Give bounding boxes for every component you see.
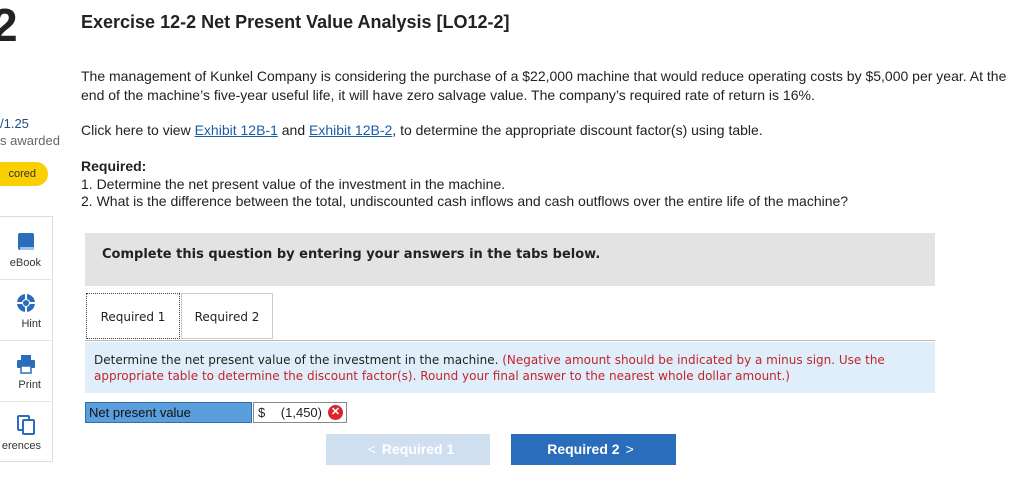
tab-required-1[interactable]: Required 1 — [86, 293, 180, 339]
printer-icon — [17, 355, 35, 374]
prev-button-label: Required 1 — [381, 441, 455, 457]
tabs-banner: Complete this question by entering your … — [85, 233, 935, 286]
question-number: 2 — [0, 0, 18, 51]
instruction-box: Determine the net present value of the i… — [85, 342, 935, 393]
required-heading: Required: — [81, 158, 147, 174]
npv-input[interactable]: $ (1,450) ✕ — [253, 402, 347, 423]
chevron-right-icon: > — [625, 441, 634, 457]
exhibit-12b2-link[interactable]: Exhibit 12B-2 — [309, 122, 392, 138]
lifebuoy-icon — [16, 293, 36, 313]
print-label: Print — [18, 379, 41, 391]
currency-symbol: $ — [258, 405, 266, 420]
references-label: erences — [1, 440, 41, 452]
required-item-1: 1. Determine the net present value of th… — [81, 176, 506, 192]
instruction-main: Determine the net present value of the i… — [94, 353, 503, 367]
required-item-2: 2. What is the difference between the to… — [81, 193, 849, 209]
exhibit-instructions: Click here to view Exhibit 12B-1 and Exh… — [81, 122, 763, 138]
hint-label: Hint — [21, 318, 41, 330]
scored-badge: cored — [0, 162, 48, 186]
next-required-button[interactable]: Required 2 > — [511, 434, 676, 465]
tools-panel: eBook Hint Print erences — [0, 216, 53, 462]
answer-label: Net present value — [85, 402, 252, 423]
question-score: /1.25 — [0, 116, 29, 131]
next-button-label: Required 2 — [547, 441, 620, 457]
npv-value: (1,450) — [280, 405, 322, 420]
chevron-left-icon: < — [367, 441, 376, 457]
prev-required-button[interactable]: < Required 1 — [326, 434, 490, 465]
incorrect-icon: ✕ — [328, 405, 343, 420]
required-list: 1. Determine the net present value of th… — [81, 176, 848, 210]
exhibit-suffix: , to determine the appropriate discount … — [392, 122, 763, 138]
ebook-label: eBook — [9, 257, 41, 269]
tabs-banner-text: Complete this question by entering your … — [102, 247, 601, 262]
exercise-intro: The management of Kunkel Company is cons… — [81, 68, 1007, 103]
exhibit-12b1-link[interactable]: Exhibit 12B-1 — [195, 122, 278, 138]
book-icon — [18, 233, 34, 250]
exercise-title: Exercise 12-2 Net Present Value Analysis… — [81, 12, 510, 32]
exhibit-and: and — [277, 122, 310, 138]
exhibit-prefix: Click here to view — [81, 122, 195, 138]
tab-required-2[interactable]: Required 2 — [181, 293, 273, 339]
copy-icon — [17, 415, 35, 435]
points-awarded-label: s awarded — [0, 133, 60, 148]
tab-divider — [85, 340, 935, 341]
